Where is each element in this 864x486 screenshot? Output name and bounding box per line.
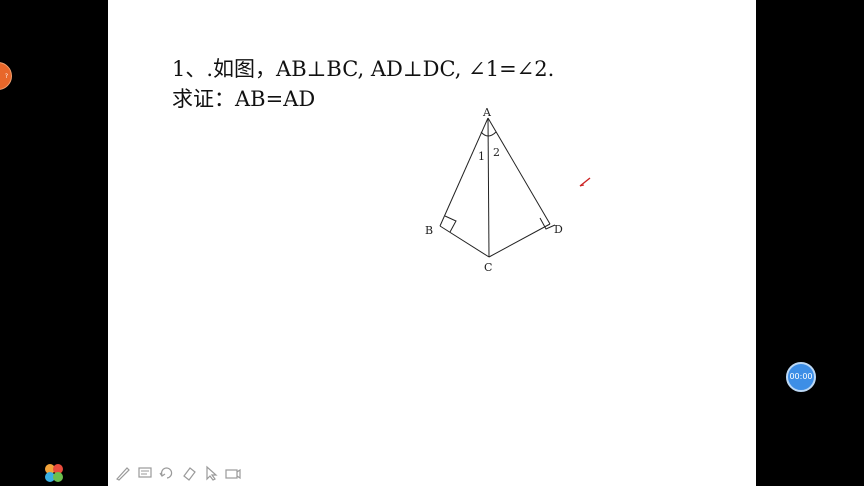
angle-label-1: 1	[478, 150, 485, 163]
side-badge[interactable]: ?	[0, 62, 12, 90]
segment-dc	[488, 223, 551, 258]
segment-ac	[487, 117, 490, 258]
problem-statement: 1、.如图，AB⊥BC, AD⊥DC, ∠1=∠2.	[172, 57, 555, 81]
label-c: C	[484, 261, 492, 274]
pen-cursor-icon	[579, 177, 591, 187]
label-a: A	[482, 106, 492, 119]
label-d: D	[554, 223, 563, 236]
camera-icon[interactable]	[224, 464, 242, 482]
segment-ab	[439, 117, 489, 227]
angle-label-2: 2	[493, 146, 500, 159]
pen-icon[interactable]	[114, 464, 132, 482]
app-logo-icon[interactable]	[43, 462, 65, 484]
comment-icon[interactable]	[136, 464, 154, 482]
pointer-icon[interactable]	[202, 464, 220, 482]
undo-icon[interactable]	[158, 464, 176, 482]
segment-ad	[487, 117, 551, 225]
eraser-icon[interactable]	[180, 464, 198, 482]
right-angle-b	[444, 215, 457, 233]
geometry-figure: A B C D 1 2	[425, 106, 563, 274]
slide-canvas: 1、.如图，AB⊥BC, AD⊥DC, ∠1=∠2. 求证：AB=AD A B …	[108, 0, 756, 486]
timer-button[interactable]: 00:00	[786, 362, 816, 392]
segment-bc	[439, 225, 490, 258]
label-b: B	[425, 224, 433, 237]
annotation-toolbar	[114, 462, 242, 484]
